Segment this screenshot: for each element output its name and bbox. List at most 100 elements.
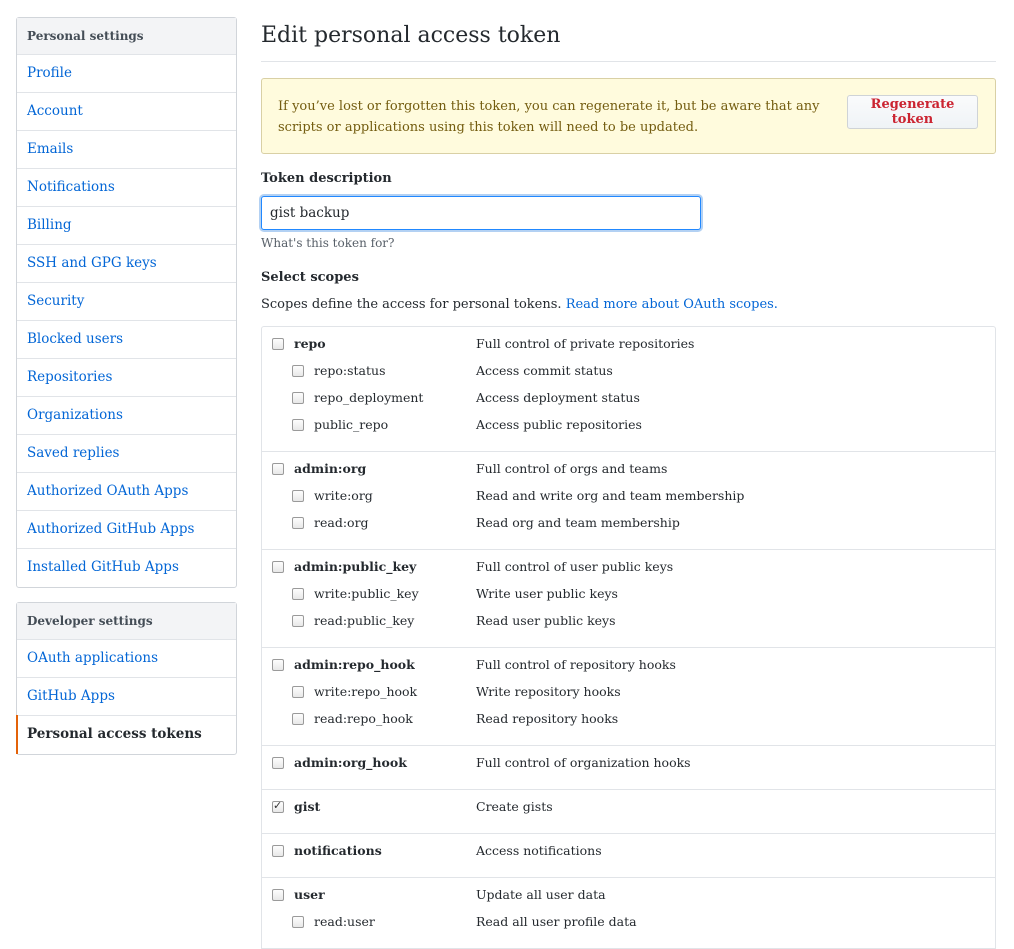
- sidebar-item-emails[interactable]: Emails: [17, 131, 236, 169]
- scope-checkbox-admin-org[interactable]: [272, 463, 284, 475]
- scope-checkbox-admin-public-key[interactable]: [272, 561, 284, 573]
- scope-name: admin:repo_hook: [294, 657, 415, 672]
- scope-name: read:public_key: [314, 613, 415, 628]
- scope-description: Full control of private repositories: [476, 336, 695, 351]
- scope-checkbox-public-repo[interactable]: [292, 419, 304, 431]
- scope-description: Read repository hooks: [476, 711, 619, 726]
- scope-checkbox-admin-repo-hook[interactable]: [272, 659, 284, 671]
- scope-name: write:public_key: [314, 586, 419, 601]
- scope-description: Create gists: [476, 799, 553, 814]
- scope-checkbox-gist[interactable]: [272, 799, 284, 813]
- regenerate-warning-flash: If you’ve lost or forgotten this token, …: [261, 78, 996, 154]
- scope-checkbox-admin-org-hook[interactable]: [272, 757, 284, 769]
- scope-name: read:org: [314, 515, 369, 530]
- sidebar-item-organizations[interactable]: Organizations: [17, 397, 236, 435]
- scope-checkbox-read-repo-hook[interactable]: [292, 713, 304, 725]
- scope-description: Update all user data: [476, 887, 606, 902]
- scope-name: admin:org: [294, 461, 367, 476]
- scope-name: write:repo_hook: [314, 684, 418, 699]
- sidebar-item-personal-access-tokens[interactable]: Personal access tokens: [16, 715, 236, 754]
- scope-checkbox-write-org[interactable]: [292, 490, 304, 502]
- personal-settings-menu: Personal settings Profile Account Emails No…: [16, 17, 237, 588]
- scope-row-write-public-key: write:public_key Write user public keys: [262, 585, 995, 612]
- scope-description: Read org and team membership: [476, 515, 680, 530]
- scope-description: Read all user profile data: [476, 914, 637, 929]
- scope-row-read-user: read:user Read all user profile data: [262, 913, 995, 940]
- page-title: Edit personal access token: [261, 0, 996, 62]
- scope-description: Full control of repository hooks: [476, 657, 676, 672]
- scope-description: Access deployment status: [476, 390, 640, 405]
- scope-row-admin-org: admin:org Full control of orgs and teams: [262, 460, 995, 487]
- personal-settings-heading: Personal settings: [17, 18, 236, 55]
- scope-group-gist: gist Create gists: [262, 790, 995, 834]
- scope-description: Full control of organization hooks: [476, 755, 691, 770]
- scope-name: read:user: [314, 914, 375, 929]
- scope-name: read:repo_hook: [314, 711, 413, 726]
- sidebar-item-account[interactable]: Account: [17, 93, 236, 131]
- scope-group-admin-org-hook: admin:org_hook Full control of organizati…: [262, 746, 995, 790]
- scope-name: admin:public_key: [294, 559, 417, 574]
- scope-name: user: [294, 887, 325, 902]
- scope-row-repo-status: repo:status Access commit status: [262, 362, 995, 389]
- scope-name: repo: [294, 336, 326, 351]
- sidebar-item-blocked-users[interactable]: Blocked users: [17, 321, 236, 359]
- scope-row-admin-org-hook: admin:org_hook Full control of organizati…: [262, 754, 995, 781]
- sidebar-item-github-apps[interactable]: GitHub Apps: [17, 678, 236, 716]
- sidebar-item-billing[interactable]: Billing: [17, 207, 236, 245]
- scope-checkbox-read-org[interactable]: [292, 517, 304, 529]
- scope-checkbox-read-public-key[interactable]: [292, 615, 304, 627]
- scope-checkbox-user[interactable]: [272, 889, 284, 901]
- scope-checkbox-read-user[interactable]: [292, 916, 304, 928]
- scope-name: gist: [294, 799, 321, 814]
- scope-group-repo: repo Full control of private repositories…: [262, 327, 995, 452]
- scope-row-read-org: read:org Read org and team membership: [262, 514, 995, 541]
- scope-description: Write repository hooks: [476, 684, 621, 699]
- scope-description: Access commit status: [476, 363, 613, 378]
- sidebar-item-oauth-applications[interactable]: OAuth applications: [17, 640, 236, 678]
- sidebar-item-authorized-github-apps[interactable]: Authorized GitHub Apps: [17, 511, 236, 549]
- scope-row-user: user Update all user data: [262, 886, 995, 913]
- scope-row-repo-deployment: repo_deployment Access deployment status: [262, 389, 995, 416]
- scope-description: Read user public keys: [476, 613, 616, 628]
- scope-group-user: user Update all user data read:user Read al…: [262, 878, 995, 949]
- scope-checkbox-notifications[interactable]: [272, 845, 284, 857]
- sidebar-item-profile[interactable]: Profile: [17, 55, 236, 93]
- scope-checkbox-write-repo-hook[interactable]: [292, 686, 304, 698]
- token-description-input[interactable]: [261, 196, 701, 230]
- scope-description: Read and write org and team membership: [476, 488, 745, 503]
- scope-row-admin-public-key: admin:public_key Full control of user pub…: [262, 558, 995, 585]
- sidebar-item-ssh-and-gpg-keys[interactable]: SSH and GPG keys: [17, 245, 236, 283]
- scope-row-read-public-key: read:public_key Read user public keys: [262, 612, 995, 639]
- scope-group-admin-org: admin:org Full control of orgs and teams w…: [262, 452, 995, 550]
- scope-checkbox-repo-status[interactable]: [292, 365, 304, 377]
- sidebar-item-notifications[interactable]: Notifications: [17, 169, 236, 207]
- sidebar-item-authorized-oauth-apps[interactable]: Authorized OAuth Apps: [17, 473, 236, 511]
- scope-group-notifications: notifications Access notifications: [262, 834, 995, 878]
- scope-checkbox-repo[interactable]: [272, 338, 284, 350]
- sidebar-item-repositories[interactable]: Repositories: [17, 359, 236, 397]
- scope-description: Access notifications: [476, 843, 602, 858]
- developer-settings-heading: Developer settings: [17, 603, 236, 640]
- flash-message: If you’ve lost or forgotten this token, …: [278, 99, 820, 135]
- scope-name: repo_deployment: [314, 390, 424, 405]
- scope-row-admin-repo-hook: admin:repo_hook Full control of repositor…: [262, 656, 995, 683]
- scope-name: admin:org_hook: [294, 755, 407, 770]
- scope-name: notifications: [294, 843, 382, 858]
- sidebar-item-saved-replies[interactable]: Saved replies: [17, 435, 236, 473]
- scope-description: Full control of orgs and teams: [476, 461, 668, 476]
- scope-name: repo:status: [314, 363, 386, 378]
- sidebar-item-installed-github-apps[interactable]: Installed GitHub Apps: [17, 549, 236, 587]
- scope-group-admin-repo-hook: admin:repo_hook Full control of repositor…: [262, 648, 995, 746]
- oauth-scopes-link[interactable]: Read more about OAuth scopes.: [566, 297, 778, 312]
- scope-checkbox-write-public-key[interactable]: [292, 588, 304, 600]
- scope-description: Access public repositories: [476, 417, 642, 432]
- developer-settings-menu: Developer settings OAuth applications Git…: [16, 602, 237, 755]
- regenerate-token-button[interactable]: Regenerate token: [847, 95, 978, 129]
- scope-row-write-repo-hook: write:repo_hook Write repository hooks: [262, 683, 995, 710]
- scope-description: Write user public keys: [476, 586, 618, 601]
- scope-checkbox-repo-deployment[interactable]: [292, 392, 304, 404]
- sidebar-item-security[interactable]: Security: [17, 283, 236, 321]
- scope-name: public_repo: [314, 417, 389, 432]
- scopes-intro-text: Scopes define the access for personal to…: [261, 297, 562, 312]
- scope-row-repo: repo Full control of private repositories: [262, 335, 995, 362]
